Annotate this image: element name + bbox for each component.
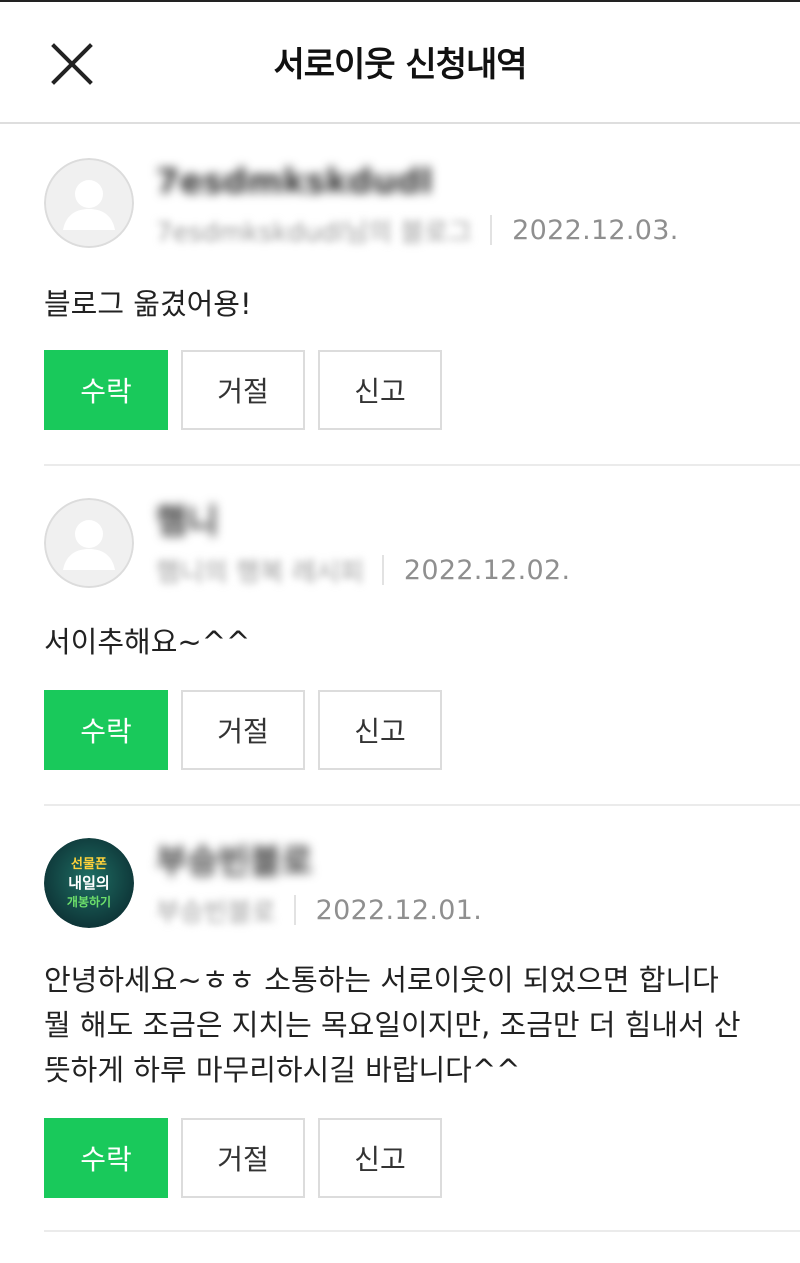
requester-meta: 부승빈블로 2022.12.01. xyxy=(156,890,482,930)
request-date: 2022.12.01. xyxy=(315,894,483,926)
request-message: 안녕하세요~ㅎㅎ 소통하는 서로이웃이 되었으면 합니다 뭘 해도 조금은 지치… xyxy=(44,963,741,1087)
page-header: 서로이웃 신청내역 xyxy=(0,2,800,124)
profile-image-icon: 선물폰 내일의 개봉하기 xyxy=(44,838,134,928)
request-message: 서이추해요~^^ xyxy=(44,625,251,659)
item-divider xyxy=(44,464,800,466)
report-button[interactable]: 신고 xyxy=(318,1118,442,1198)
requester-meta: 7esdmkskdudl님의 블로그 2022.12.03. xyxy=(156,210,679,250)
avatar[interactable]: 선물폰 내일의 개봉하기 xyxy=(44,838,134,928)
requester-meta: 햄니의 행복 레시피 2022.12.02. xyxy=(156,550,570,590)
report-button[interactable]: 신고 xyxy=(318,350,442,430)
blog-name: 부승빈블로 xyxy=(156,897,276,928)
default-avatar-icon xyxy=(44,498,134,588)
meta-separator xyxy=(490,215,493,245)
avatar-text-line: 개봉하기 xyxy=(67,894,111,909)
accept-button[interactable]: 수락 xyxy=(44,1118,168,1198)
action-buttons: 수락 거절 신고 xyxy=(44,350,455,430)
blog-name: 햄니의 행복 레시피 xyxy=(156,557,364,588)
request-date: 2022.12.02. xyxy=(403,554,571,586)
avatar-text-line: 내일의 xyxy=(68,874,109,892)
page-title: 서로이웃 신청내역 xyxy=(273,45,527,85)
accept-button[interactable]: 수락 xyxy=(44,350,168,430)
blog-name: 7esdmkskdudl님의 블로그 xyxy=(156,217,473,248)
meta-separator xyxy=(293,895,296,925)
default-avatar-icon xyxy=(44,158,134,248)
avatar[interactable] xyxy=(44,158,134,248)
reject-button[interactable]: 거절 xyxy=(181,690,305,770)
meta-separator xyxy=(381,555,384,585)
action-buttons: 수락 거절 신고 xyxy=(44,1118,455,1198)
action-buttons: 수락 거절 신고 xyxy=(44,690,455,770)
request-item: 햄니 햄니의 행복 레시피 2022.12.02. 서이추해요~^^ 수락 거절… xyxy=(44,498,800,806)
requester-name[interactable]: 부승빈블로 xyxy=(156,842,312,882)
avatar[interactable] xyxy=(44,498,134,588)
item-divider xyxy=(44,1230,800,1232)
accept-button[interactable]: 수락 xyxy=(44,690,168,770)
requester-name[interactable]: 햄니 xyxy=(156,502,219,542)
requester-name[interactable]: 7esdmkskdudl xyxy=(156,162,433,202)
request-message: 블로그 옮겼어용! xyxy=(44,287,252,321)
avatar-text-line: 선물폰 xyxy=(71,856,107,872)
item-divider xyxy=(44,804,800,806)
report-button[interactable]: 신고 xyxy=(318,690,442,770)
request-date: 2022.12.03. xyxy=(512,214,679,246)
reject-button[interactable]: 거절 xyxy=(181,350,305,430)
reject-button[interactable]: 거절 xyxy=(181,1118,305,1198)
request-item: 7esdmkskdudl 7esdmkskdudl님의 블로그 2022.12.… xyxy=(44,158,800,466)
request-item: 선물폰 내일의 개봉하기 부승빈블로 부승빈블로 2022.12.01. 안녕하… xyxy=(44,838,800,1234)
